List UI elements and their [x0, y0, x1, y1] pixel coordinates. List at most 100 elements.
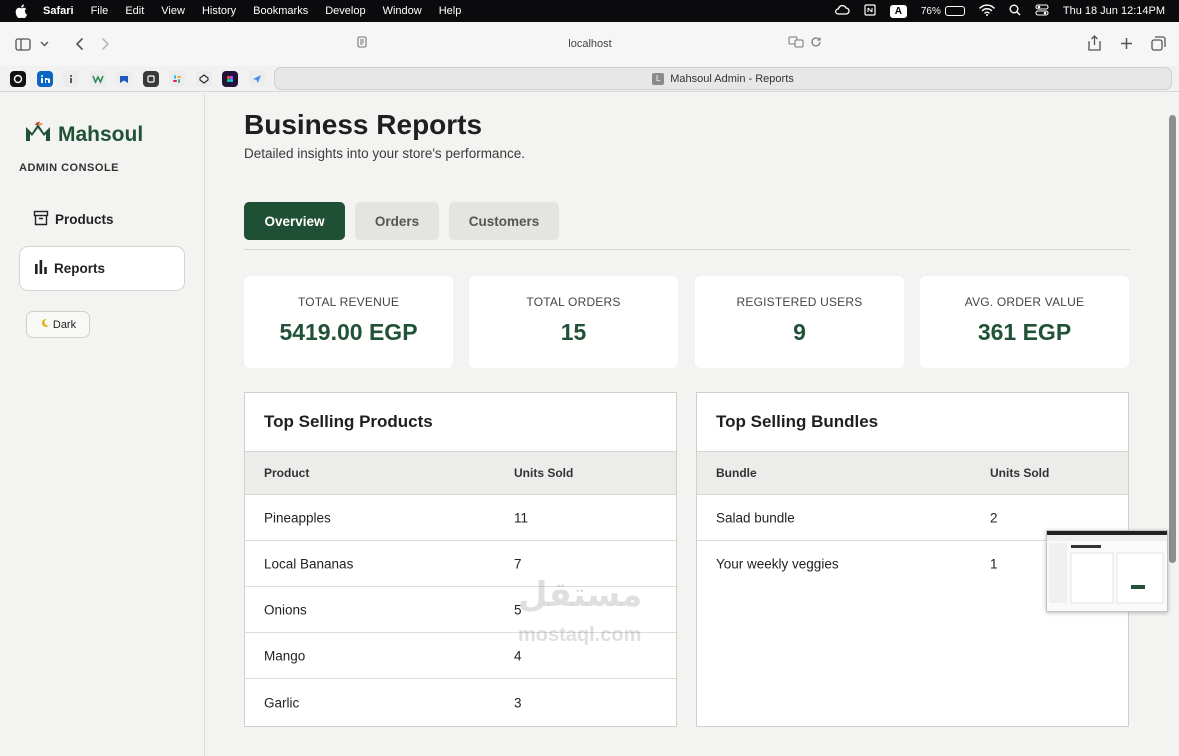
product-name: Local Bananas: [264, 556, 354, 571]
units-sold: 4: [514, 648, 522, 663]
spotlight-search-icon[interactable]: [1009, 4, 1021, 19]
active-tab[interactable]: L Mahsoul Admin - Reports: [274, 67, 1172, 90]
page-title: Business Reports: [244, 109, 483, 140]
sidebar-item-reports[interactable]: Reports: [19, 246, 185, 291]
console-label: ADMIN CONSOLE: [19, 162, 119, 174]
tab-overview[interactable]: Overview: [244, 202, 345, 240]
product-name: Garlic: [264, 695, 300, 711]
menu-history[interactable]: History: [202, 5, 236, 17]
battery-indicator[interactable]: 76%: [921, 6, 965, 17]
jira-icon[interactable]: [116, 70, 132, 87]
tab-favicon: L: [652, 72, 665, 85]
sidebar-item-products[interactable]: Products: [19, 197, 185, 242]
tab-overview-icon[interactable]: [1145, 30, 1171, 56]
page-content: Mahsoul ADMIN CONSOLE Products Reports D…: [0, 93, 1179, 756]
bar-chart-icon: [34, 260, 48, 277]
linkedin-icon[interactable]: [36, 70, 53, 87]
screenshot-thumbnail[interactable]: [1046, 530, 1168, 612]
menu-app-name[interactable]: Safari: [43, 5, 74, 17]
sidebar-item-label: Products: [55, 212, 114, 227]
share-icon[interactable]: [1081, 30, 1107, 56]
page-settings-icon[interactable]: [356, 35, 368, 53]
mahsoul-logo-icon: [24, 121, 52, 148]
tabs-divider: [244, 249, 1130, 250]
codepen-icon[interactable]: [195, 70, 212, 87]
top-products-panel: Top Selling Products Product Units Sold …: [244, 392, 677, 727]
stat-label: TOTAL REVENUE: [297, 295, 400, 309]
translate-icon[interactable]: [788, 35, 804, 53]
menu-help[interactable]: Help: [439, 5, 462, 17]
units-sold: 2: [990, 510, 998, 525]
table-row: Garlic 3: [245, 680, 676, 726]
slack-icon[interactable]: [169, 70, 185, 87]
battery-icon: [944, 6, 965, 16]
tab-customers[interactable]: Customers: [449, 202, 559, 240]
page-subtitle: Detailed insights into your store's perf…: [244, 146, 525, 161]
units-sold: 7: [514, 556, 522, 571]
dark-mode-toggle[interactable]: Dark: [26, 311, 90, 338]
figma-like-icon[interactable]: [222, 70, 238, 87]
stat-card-avg-order-value: AVG. ORDER VALUE 361 EGP: [920, 276, 1129, 368]
bundle-name: Salad bundle: [716, 510, 795, 525]
send-icon[interactable]: [248, 70, 265, 87]
archive-icon: [33, 210, 49, 229]
info-icon[interactable]: [63, 70, 79, 87]
moon-icon: [40, 318, 50, 331]
stat-label: TOTAL ORDERS: [526, 295, 621, 309]
clock-datetime[interactable]: Thu 18 Jun 12:14PM: [1063, 5, 1165, 17]
input-source-badge[interactable]: A: [889, 4, 907, 18]
new-tab-icon[interactable]: [1113, 30, 1139, 56]
apple-icon[interactable]: [15, 4, 29, 18]
menu-view[interactable]: View: [161, 5, 185, 17]
address-bar[interactable]: localhost: [340, 30, 840, 58]
chevron-down-icon[interactable]: [36, 31, 52, 57]
table-row: Pineapples 11: [245, 495, 676, 541]
product-name: Mango: [264, 648, 306, 663]
panel-title: Top Selling Bundles: [716, 412, 879, 431]
menu-file[interactable]: File: [91, 5, 109, 17]
bookmark-app-icon[interactable]: [142, 70, 159, 87]
stat-value: 15: [560, 319, 587, 345]
watermark-arabic: مستقل: [518, 576, 643, 614]
menu-bookmarks[interactable]: Bookmarks: [253, 5, 308, 17]
sidebar: Mahsoul ADMIN CONSOLE Products Reports D…: [0, 93, 205, 756]
tab-bar: L Mahsoul Admin - Reports: [0, 66, 1179, 92]
brand-logo[interactable]: Mahsoul: [24, 121, 143, 148]
table-header: Product Units Sold: [245, 451, 676, 495]
table-header: Bundle Units Sold: [697, 451, 1128, 495]
column-header-bundle[interactable]: Bundle: [716, 466, 757, 480]
stat-label: AVG. ORDER VALUE: [964, 295, 1085, 309]
notion-icon[interactable]: [864, 3, 876, 19]
menu-bar: Safari File Edit View History Bookmarks …: [0, 0, 1179, 22]
menu-develop[interactable]: Develop: [325, 5, 365, 17]
menu-window[interactable]: Window: [383, 5, 422, 17]
stat-card-registered-users: REGISTERED USERS 9: [695, 276, 904, 368]
units-sold: 1: [990, 556, 998, 572]
url-text: localhost: [568, 38, 612, 50]
wuzzuf-icon[interactable]: [89, 70, 106, 87]
back-icon[interactable]: [66, 31, 92, 57]
sidebar-toggle-icon[interactable]: [10, 31, 36, 57]
column-header-units-sold[interactable]: Units Sold: [990, 466, 1049, 480]
favorite-1-icon[interactable]: [10, 70, 26, 87]
report-tabs: Overview Orders Customers: [244, 202, 559, 240]
stat-value: 361 EGP: [977, 319, 1072, 345]
stat-card-total-orders: TOTAL ORDERS 15: [469, 276, 678, 368]
page-scrollbar[interactable]: [1169, 115, 1176, 563]
menu-edit[interactable]: Edit: [125, 5, 144, 17]
panel-title: Top Selling Products: [264, 412, 433, 431]
forward-icon[interactable]: [92, 31, 118, 57]
cloud-sync-icon[interactable]: [834, 4, 850, 19]
dark-mode-label: Dark: [52, 318, 77, 331]
column-header-product[interactable]: Product: [264, 466, 309, 480]
tab-orders[interactable]: Orders: [355, 202, 439, 240]
column-header-units-sold[interactable]: Units Sold: [514, 466, 573, 480]
wifi-icon[interactable]: [979, 3, 995, 19]
control-center-icon[interactable]: [1035, 3, 1049, 19]
tab-title: Mahsoul Admin - Reports: [670, 72, 794, 85]
sidebar-item-label: Reports: [54, 261, 106, 276]
reload-icon[interactable]: [810, 35, 822, 53]
watermark-latin: mostaql.com: [518, 624, 642, 646]
browser-toolbar: localhost: [0, 22, 1179, 66]
stat-value: 9: [793, 319, 806, 345]
